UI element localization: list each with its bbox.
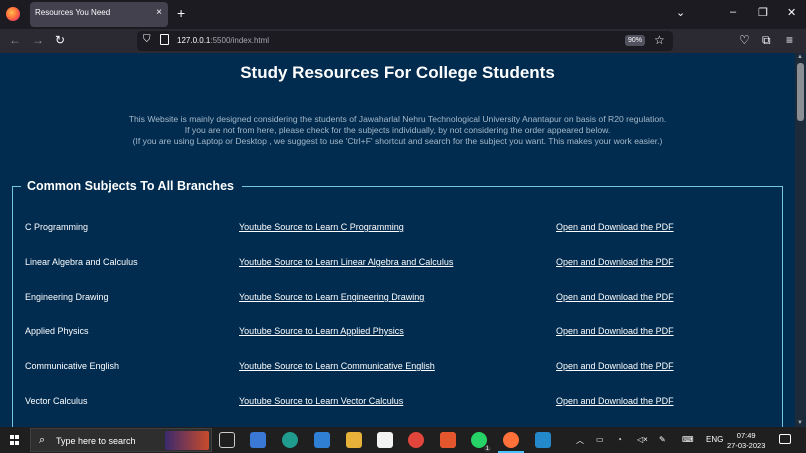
- pdf-link[interactable]: Open and Download the PDF: [556, 326, 674, 336]
- minimize-icon[interactable]: –: [730, 6, 736, 18]
- forward-arrow-icon[interactable]: →: [32, 33, 44, 47]
- scrollbar-thumb[interactable]: [797, 63, 804, 121]
- scroll-down-icon[interactable]: ▼: [797, 420, 803, 426]
- windows-start-icon[interactable]: [10, 435, 20, 445]
- scroll-up-icon[interactable]: ▲: [797, 54, 803, 60]
- store-icon[interactable]: [377, 432, 393, 448]
- firefox-taskbar-icon[interactable]: [498, 432, 524, 453]
- search-placeholder: Type here to search: [56, 436, 136, 446]
- notification-icon[interactable]: [779, 434, 791, 444]
- window-close-icon[interactable]: ✕: [787, 6, 796, 19]
- intro-line: If you are not from here, please check f…: [184, 125, 611, 135]
- pen-icon[interactable]: ✎: [659, 435, 666, 444]
- tab-list-chevron-icon[interactable]: ⌄: [676, 6, 685, 19]
- subject-row: Linear Algebra and Calculus Youtube Sour…: [13, 257, 784, 271]
- url-text[interactable]: 127.0.0.1:5500/index.html: [177, 36, 269, 45]
- section-title: Common Subjects To All Branches: [21, 179, 242, 193]
- extensions-icon[interactable]: ⧉: [762, 33, 771, 47]
- subject-row: Applied Physics Youtube Source to Learn …: [13, 326, 784, 340]
- pdf-link[interactable]: Open and Download the PDF: [556, 292, 674, 302]
- pocket-icon[interactable]: ♡: [739, 33, 750, 47]
- youtube-link[interactable]: Youtube Source to Learn Linear Algebra a…: [239, 257, 453, 267]
- battery-icon[interactable]: ▭: [596, 435, 604, 444]
- youtube-link[interactable]: Youtube Source to Learn Applied Physics: [239, 326, 404, 336]
- browser-nav-bar: ← → ↻ ⛉ 127.0.0.1:5500/index.html 90% ☆ …: [0, 29, 806, 53]
- shield-icon[interactable]: ⛉: [143, 34, 151, 45]
- language-indicator[interactable]: ENG: [706, 435, 723, 444]
- firefox-icon: [6, 7, 20, 21]
- app-icon[interactable]: [250, 432, 266, 448]
- browser-tab-bar: Resources You Need × + ⌄ – ❐ ✕: [0, 0, 806, 29]
- youtube-link[interactable]: Youtube Source to Learn Vector Calculus: [239, 396, 403, 406]
- page-content: Study Resources For College Students Thi…: [0, 53, 795, 427]
- clock[interactable]: 07:49 27-03-2023: [727, 431, 765, 451]
- youtube-link[interactable]: Youtube Source to Learn C Programming: [239, 222, 404, 232]
- pdf-link[interactable]: Open and Download the PDF: [556, 396, 674, 406]
- clock-time: 07:49: [736, 431, 756, 440]
- brave-icon[interactable]: [440, 432, 456, 448]
- wifi-icon[interactable]: ◔: [617, 435, 622, 444]
- menu-icon[interactable]: ≡: [786, 33, 793, 47]
- address-bar[interactable]: ⛉ 127.0.0.1:5500/index.html 90% ☆: [137, 31, 673, 51]
- taskbar-search[interactable]: ⌕ Type here to search: [30, 428, 212, 452]
- chrome-icon[interactable]: [408, 432, 424, 448]
- subject-row: Engineering Drawing Youtube Source to Le…: [13, 292, 784, 306]
- windows-taskbar: ⌕ Type here to search 1 ︿ ▭ ◔ ◁× ✎ ⌨ ENG…: [0, 427, 806, 453]
- url-path: :5500/index.html: [210, 36, 270, 45]
- new-tab-button[interactable]: +: [177, 6, 185, 20]
- intro-line: (If you are using Laptop or Desktop , we…: [132, 136, 663, 146]
- edge-icon[interactable]: [282, 432, 298, 448]
- volume-muted-icon[interactable]: ◁×: [637, 435, 648, 444]
- whatsapp-icon[interactable]: 1: [471, 432, 491, 452]
- tab-close-icon[interactable]: ×: [156, 7, 162, 18]
- pdf-link[interactable]: Open and Download the PDF: [556, 257, 674, 267]
- search-highlight-image: [165, 431, 209, 450]
- page-title: Study Resources For College Students: [240, 63, 555, 82]
- url-host: 127.0.0.1: [177, 36, 211, 45]
- back-arrow-icon[interactable]: ←: [9, 33, 21, 47]
- file-explorer-icon[interactable]: [346, 432, 362, 448]
- mail-icon[interactable]: [314, 432, 330, 448]
- task-view-icon[interactable]: [219, 432, 235, 448]
- vscode-icon[interactable]: [535, 432, 551, 448]
- youtube-link[interactable]: Youtube Source to Learn Engineering Draw…: [239, 292, 424, 302]
- search-icon: ⌕: [39, 434, 46, 446]
- intro-text: This Website is mainly designed consider…: [0, 114, 795, 147]
- pdf-link[interactable]: Open and Download the PDF: [556, 361, 674, 371]
- subject-name: C Programming: [25, 222, 89, 232]
- bookmark-star-icon[interactable]: ☆: [654, 33, 665, 47]
- subject-name: Applied Physics: [25, 326, 89, 336]
- keyboard-icon[interactable]: ⌨: [682, 435, 694, 444]
- page-icon: [160, 34, 169, 45]
- subject-row: C Programming Youtube Source to Learn C …: [13, 222, 784, 236]
- subject-row: Communicative English Youtube Source to …: [13, 361, 784, 375]
- clock-date: 27-03-2023: [727, 441, 766, 450]
- subject-row: Vector Calculus Youtube Source to Learn …: [13, 396, 784, 410]
- reload-icon[interactable]: ↻: [55, 33, 65, 47]
- subject-name: Linear Algebra and Calculus: [25, 257, 138, 267]
- subject-name: Vector Calculus: [25, 396, 88, 406]
- intro-line: This Website is mainly designed consider…: [128, 114, 667, 124]
- browser-tab[interactable]: Resources You Need ×: [30, 2, 168, 27]
- youtube-link[interactable]: Youtube Source to Learn Communicative En…: [239, 361, 435, 371]
- page-scrollbar[interactable]: ▲ ▼: [795, 53, 806, 427]
- subjects-fieldset: Common Subjects To All Branches C Progra…: [12, 179, 784, 427]
- tray-chevron-icon[interactable]: ︿: [576, 435, 584, 446]
- pdf-link[interactable]: Open and Download the PDF: [556, 222, 674, 232]
- restore-icon[interactable]: ❐: [758, 6, 768, 19]
- subject-name: Communicative English: [25, 361, 120, 371]
- zoom-badge[interactable]: 90%: [625, 35, 646, 46]
- subject-name: Engineering Drawing: [25, 292, 109, 302]
- whatsapp-badge: 1: [483, 446, 491, 452]
- tab-title: Resources You Need: [35, 8, 111, 17]
